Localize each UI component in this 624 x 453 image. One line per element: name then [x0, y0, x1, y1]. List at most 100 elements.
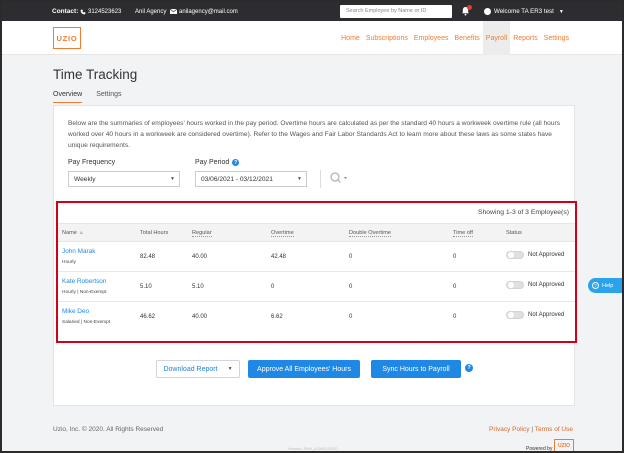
employee-type: Hourly | Non-Exempt	[62, 290, 107, 295]
logo-text: UZIO	[56, 33, 78, 43]
total-hours: 82.48	[140, 254, 156, 260]
status-text: Not Approved	[528, 252, 565, 258]
sort-icon: ▲	[78, 230, 85, 236]
phone-icon	[80, 9, 86, 14]
header-name[interactable]: Name ▲	[62, 230, 84, 236]
welcome-text: Welcome TA ER3 test	[494, 8, 554, 15]
page-title: Time Tracking	[53, 67, 138, 82]
main-nav: Home Subscriptions Employees Benefits Pa…	[338, 21, 572, 55]
user-icon	[484, 8, 491, 15]
user-menu[interactable]: Welcome TA ER3 test ▼	[484, 8, 564, 15]
total-hours: 46.62	[140, 314, 156, 320]
double-overtime-hours: 0	[349, 254, 353, 260]
pay-period-value: 03/06/2021 - 03/12/2021	[201, 176, 273, 183]
approval-toggle[interactable]	[506, 311, 524, 319]
search-icon[interactable]	[329, 172, 351, 184]
help-icon[interactable]: ?	[232, 159, 240, 166]
header-time-off: Time off	[453, 230, 473, 237]
employee-name-link[interactable]: Mike Deo	[62, 308, 89, 315]
pay-frequency-label: Pay Frequency	[68, 159, 116, 166]
contact-phone: 3124523623	[80, 9, 121, 15]
notification-badge	[467, 5, 472, 10]
uzio-footer-logo: UZIO	[554, 439, 574, 451]
footer-copyright: Uzio, Inc. © 2020. All Rights Reserved	[53, 426, 164, 433]
employee-name-link[interactable]: John Marak	[62, 248, 95, 255]
employee-name-link[interactable]: Kate Robertson	[62, 278, 106, 285]
time-off-hours: 0	[453, 314, 457, 320]
pay-period-label-wrap: Pay Period ?	[195, 159, 240, 166]
overtime-hours: 0	[271, 284, 275, 290]
sync-hours-button[interactable]: Sync Hours to Payroll	[371, 360, 461, 378]
status-text: Not Approved	[528, 312, 565, 318]
approve-all-hours-button[interactable]: Approve All Employees' Hours	[248, 360, 360, 378]
table-row: John Marak Hourly 82.48 40.00 42.48 0 0 …	[58, 243, 575, 272]
question-icon: ?	[592, 282, 599, 289]
header-total-hours: Total Hours	[140, 230, 169, 236]
table-header: Name ▲ Total Hours Regular Overtime Doub…	[58, 223, 575, 242]
regular-hours: 40.00	[192, 254, 208, 260]
download-report-button[interactable]: Download Report ▼	[156, 360, 240, 378]
time-off-hours: 0	[453, 254, 457, 260]
showing-count: Showing 1-3 of 3 Employee(s)	[477, 209, 569, 216]
nav-subscriptions[interactable]: Subscriptions	[363, 21, 411, 55]
top-bar: Contact: 3124523623 Anil Agency anilagen…	[2, 2, 622, 21]
header-status: Status	[506, 230, 522, 236]
footer-logo-text: UZIO	[558, 443, 570, 449]
nav-settings[interactable]: Settings	[541, 21, 572, 55]
uzio-logo[interactable]: UZIO	[53, 27, 81, 49]
powered-by-text: Powered by	[526, 446, 553, 452]
time-off-hours: 0	[453, 284, 457, 290]
pay-frequency-value: Weekly	[74, 176, 96, 183]
approval-toggle[interactable]	[506, 281, 524, 289]
page-tabs: Overview Settings	[53, 91, 121, 103]
tab-overview[interactable]: Overview	[53, 91, 83, 103]
nav-benefits[interactable]: Benefits	[451, 21, 482, 55]
total-hours: 5.10	[140, 284, 152, 290]
overtime-description: Below are the summaries of employees' ho…	[68, 120, 561, 149]
help-icon[interactable]: ?	[465, 364, 473, 372]
filter-divider	[320, 170, 321, 188]
header-regular: Regular	[192, 230, 212, 237]
overtime-hours: 42.48	[271, 254, 287, 260]
pay-frequency-select[interactable]: Weekly ▼	[68, 171, 180, 187]
contact-label: Contact:	[52, 8, 79, 15]
double-overtime-hours: 0	[349, 314, 353, 320]
main-nav-bar: UZIO Home Subscriptions Employees Benefi…	[2, 21, 622, 55]
pay-period-select[interactable]: 03/06/2021 - 03/12/2021 ▼	[195, 171, 307, 187]
mail-icon	[170, 9, 177, 14]
nav-reports[interactable]: Reports	[510, 21, 541, 55]
tab-settings[interactable]: Settings	[96, 91, 121, 103]
nav-home[interactable]: Home	[338, 21, 363, 55]
regular-hours: 5.10	[192, 284, 204, 290]
employee-search-input[interactable]: Search Employee by Name or ID	[340, 5, 452, 18]
help-label: Help	[602, 282, 614, 289]
download-report-label: Download Report	[163, 365, 218, 373]
chevron-down-icon: ▼	[558, 8, 564, 15]
chevron-down-icon: ▼	[227, 366, 233, 372]
status-text: Not Approved	[528, 282, 565, 288]
header-double-overtime: Double Overtime	[349, 230, 391, 237]
footer-links: Privacy Policy | Terms of Use	[489, 426, 573, 433]
terms-of-use-link[interactable]: Terms of Use	[535, 426, 573, 433]
help-widget-button[interactable]: ? Help	[588, 278, 622, 293]
regular-hours: 40.00	[192, 314, 208, 320]
approval-toggle[interactable]	[506, 251, 524, 259]
version-text: Version: PHH_4/24/01/2020	[288, 446, 338, 451]
table-row: Mike Deo Salaried | Non-Exempt 46.62 40.…	[58, 303, 575, 332]
nav-payroll[interactable]: Payroll	[482, 21, 511, 55]
overtime-hours: 6.62	[271, 314, 283, 320]
pay-period-label: Pay Period	[195, 159, 230, 166]
agency-name: Anil Agency	[135, 8, 167, 15]
employee-hours-table: Showing 1-3 of 3 Employee(s) Name ▲ Tota…	[56, 201, 577, 343]
contact-email: anilagency@mail.com	[170, 9, 238, 15]
phone-number: 3124523623	[88, 8, 122, 15]
employee-type: Salaried | Non-Exempt	[62, 320, 111, 325]
double-overtime-hours: 0	[349, 284, 353, 290]
app-window: Contact: 3124523623 Anil Agency anilagen…	[0, 0, 624, 453]
table-row: Kate Robertson Hourly | Non-Exempt 5.10 …	[58, 273, 575, 302]
privacy-policy-link[interactable]: Privacy Policy	[489, 426, 529, 433]
nav-employees[interactable]: Employees	[411, 21, 452, 55]
chevron-down-icon: ▼	[170, 176, 175, 182]
email-address: anilagency@mail.com	[179, 8, 238, 15]
time-tracking-card: Below are the summaries of employees' ho…	[53, 105, 577, 406]
